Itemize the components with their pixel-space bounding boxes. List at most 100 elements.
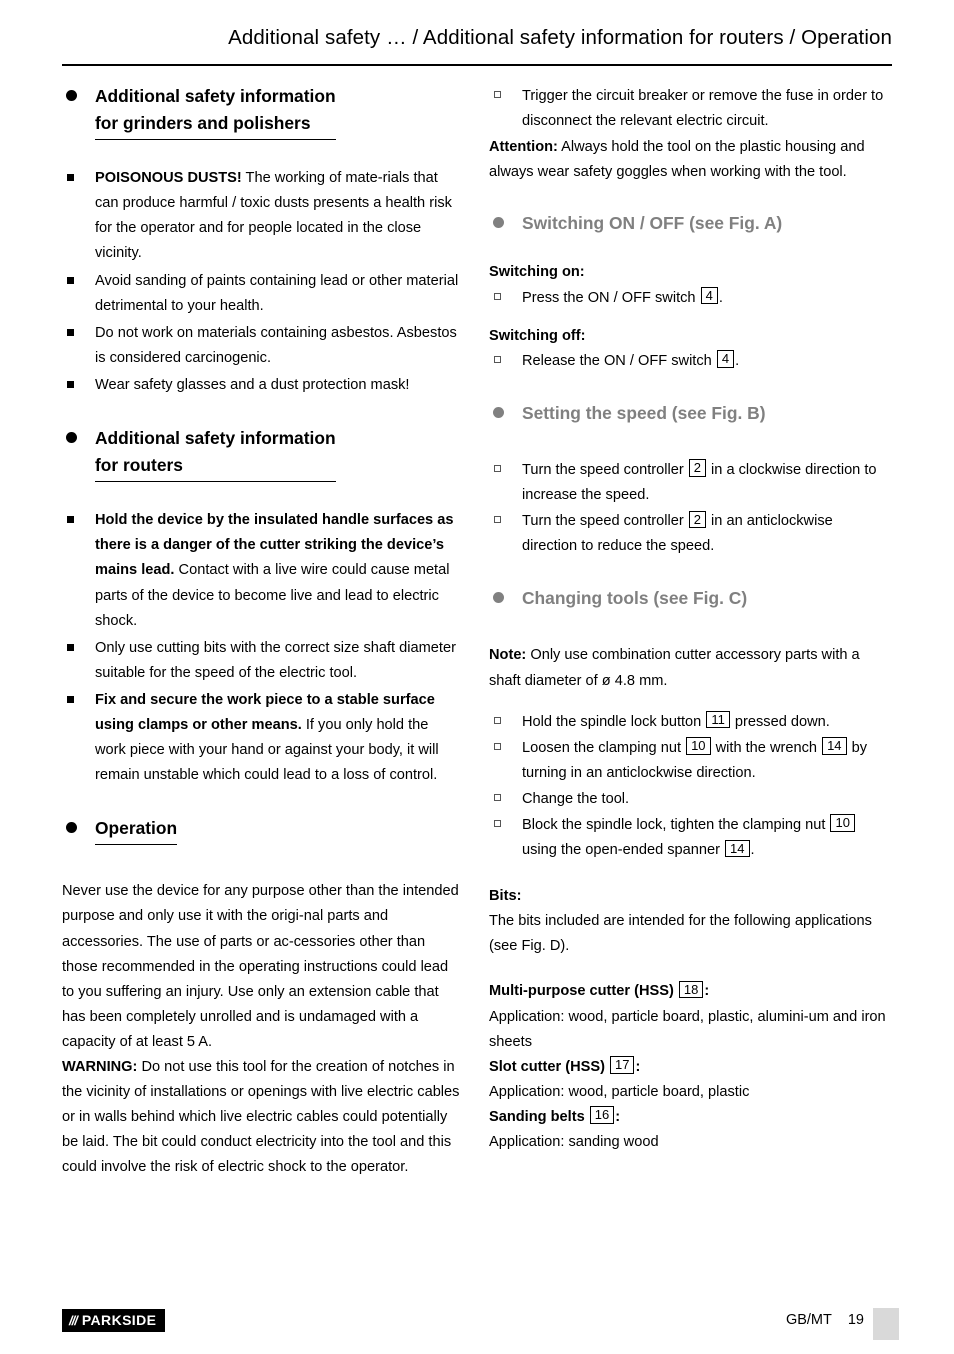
list-item-text: Do not work on materials containing asbe…: [95, 324, 457, 366]
footer-page-number: 19: [847, 1312, 864, 1328]
list-item-text-mid: using the open-ended spanner: [522, 842, 725, 859]
sand-colon: :: [615, 1108, 621, 1125]
square-bullet-icon: [67, 380, 74, 388]
part-number-badge: 18: [678, 980, 704, 999]
switching-off-list: Release the ON / OFF switch 4.: [489, 349, 889, 374]
multi-purpose-cutter-application: Application: wood, particle board, plast…: [489, 1008, 886, 1050]
slot-label: Slot cutter (HSS): [489, 1058, 605, 1075]
hollow-bullet-icon: [494, 91, 501, 98]
operation-paragraph: Never use the device for any purpose oth…: [62, 883, 459, 1050]
sanding-belts-application: Application: sanding wood: [489, 1134, 659, 1150]
heading-operation: Operation: [95, 818, 178, 839]
list-item: Block the spindle lock, tighten the clam…: [489, 813, 889, 863]
heading-speed: Setting the speed (see Fig. B): [522, 402, 766, 423]
operation-warning: WARNING: Do not use this tool for the cr…: [62, 1055, 462, 1180]
part-number-badge: 4: [716, 350, 735, 368]
changing-tools-list: Hold the spindle lock button 11 pressed …: [489, 710, 889, 864]
list-item: Change the tool.: [489, 787, 889, 812]
right-column: Trigger the circuit breaker or remove th…: [489, 84, 889, 1155]
part-number-badge: 14: [822, 737, 847, 755]
heading-changing-tools: Changing tools (see Fig. C): [522, 588, 748, 609]
list-item-text: Only use cutting bits with the correct s…: [95, 639, 456, 681]
slot-cutter-heading: Slot cutter (HSS) 17:: [489, 1055, 889, 1080]
parkside-logo: /// PARKSIDE: [62, 1309, 166, 1332]
hollow-bullet-icon: [494, 793, 501, 801]
bullet-icon: [66, 432, 77, 444]
list-item: Avoid sanding of paints containing lead …: [62, 269, 462, 319]
heading-switching: Switching ON / OFF (see Fig. A): [522, 213, 783, 234]
left-column: Additional safety information for grinde…: [62, 84, 462, 1180]
bullet-icon: [66, 822, 77, 834]
part-number-badge: 2: [688, 510, 706, 528]
note-text: Only use combination cutter accessory pa…: [489, 647, 860, 689]
sand-label: Sanding belts: [489, 1108, 585, 1125]
slot-cutter-application: Application: wood, particle board, plast…: [489, 1083, 750, 1100]
list-item: Fix and secure the work piece to a stabl…: [62, 688, 462, 788]
switching-off-label: Switching off:: [489, 327, 586, 344]
bullet-icon: [493, 217, 504, 229]
list-item: Trigger the circuit breaker or remove th…: [489, 84, 889, 134]
list-item: Do not work on materials containing asbe…: [62, 321, 462, 371]
footer-language: GB/MT: [785, 1312, 832, 1328]
list-item-text: Trigger the circuit breaker or remove th…: [522, 88, 884, 130]
list-item-text: Avoid sanding of paints containing lead …: [95, 272, 459, 314]
bullet-icon: [493, 592, 504, 604]
part-number-badge: 17: [610, 1056, 635, 1074]
bits-text: The bits included are intended for the f…: [489, 913, 872, 955]
page-corner-marker: [873, 1308, 899, 1340]
warning-label: WARNING:: [62, 1059, 138, 1075]
grinders-list: POISONOUS DUSTS! The working of mate-ria…: [62, 166, 462, 398]
note-paragraph: Note: Only use combination cutter access…: [489, 643, 889, 693]
hollow-bullet-icon: [494, 516, 501, 524]
attention-label: Attention:: [489, 139, 558, 156]
hollow-bullet-icon: [494, 464, 501, 472]
list-item: Wear safety glasses and a dust protectio…: [62, 373, 462, 398]
list-item: Release the ON / OFF switch 4.: [489, 349, 889, 374]
page-header: Additional safety … / Additional safety …: [228, 26, 892, 49]
warning-text: Do not use this tool for the creation of…: [62, 1059, 460, 1176]
multi-purpose-cutter-heading: Multi-purpose cutter (HSS) 18:: [489, 979, 889, 1004]
switching-on-label: Switching on:: [489, 264, 585, 281]
heading-line-2: for grinders and polishers: [95, 113, 311, 134]
heading-line-1: Additional safety information: [95, 86, 336, 106]
section-heading-changing-tools: Changing tools (see Fig. C): [489, 586, 889, 613]
list-item-text: Turn the speed controller: [522, 461, 688, 478]
mp-label: Multi-purpose cutter (HSS): [489, 983, 674, 1000]
header-divider: [62, 64, 892, 67]
list-item-text: Hold the spindle lock button: [522, 713, 706, 730]
list-item: Turn the speed controller 2 in a clockwi…: [489, 458, 889, 508]
bits-label: Bits:: [489, 888, 522, 905]
document-page: Additional safety … / Additional safety …: [0, 0, 954, 1354]
section-heading-speed: Setting the speed (see Fig. B): [489, 401, 889, 428]
list-item-text-end: .: [718, 289, 723, 306]
slot-colon: :: [635, 1058, 641, 1075]
part-number-badge: 11: [706, 711, 730, 729]
top-continued-list: Trigger the circuit breaker or remove th…: [489, 84, 889, 134]
list-item: Loosen the clamping nut 10 with the wren…: [489, 736, 889, 786]
section-heading-operation: Operation: [62, 816, 462, 846]
list-item-text: Loosen the clamping nut: [522, 739, 686, 756]
hollow-bullet-icon: [494, 716, 501, 724]
list-item-bold: POISONOUS DUSTS!: [95, 170, 242, 187]
part-number-badge: 10: [686, 737, 711, 755]
heading-line-2: for routers: [95, 455, 183, 476]
part-number-badge: 14: [725, 839, 750, 857]
list-item: Only use cutting bits with the correct s…: [62, 636, 462, 686]
section-heading-switching: Switching ON / OFF (see Fig. A): [489, 211, 889, 238]
list-item-text-mid: with the wrench: [711, 739, 822, 756]
part-number-badge: 10: [830, 814, 855, 832]
square-bullet-icon: [67, 695, 74, 703]
list-item-text-end: .: [750, 842, 755, 859]
footer-page-info: GB/MT 19: [786, 1312, 864, 1328]
logo-slashes-icon: ///: [69, 1312, 78, 1328]
bullet-icon: [66, 90, 77, 101]
heading-line-1: Additional safety information: [95, 428, 336, 449]
list-item-text: Turn the speed controller: [522, 513, 688, 530]
list-item-text: Release the ON / OFF switch: [522, 352, 716, 369]
part-number-badge: 2: [688, 459, 706, 477]
section-heading-routers: Additional safety information for router…: [62, 426, 462, 483]
square-bullet-icon: [67, 174, 74, 182]
list-item-text-end: .: [735, 352, 740, 369]
list-item: Hold the device by the insulated handle …: [62, 508, 462, 633]
hollow-bullet-icon: [494, 819, 501, 827]
